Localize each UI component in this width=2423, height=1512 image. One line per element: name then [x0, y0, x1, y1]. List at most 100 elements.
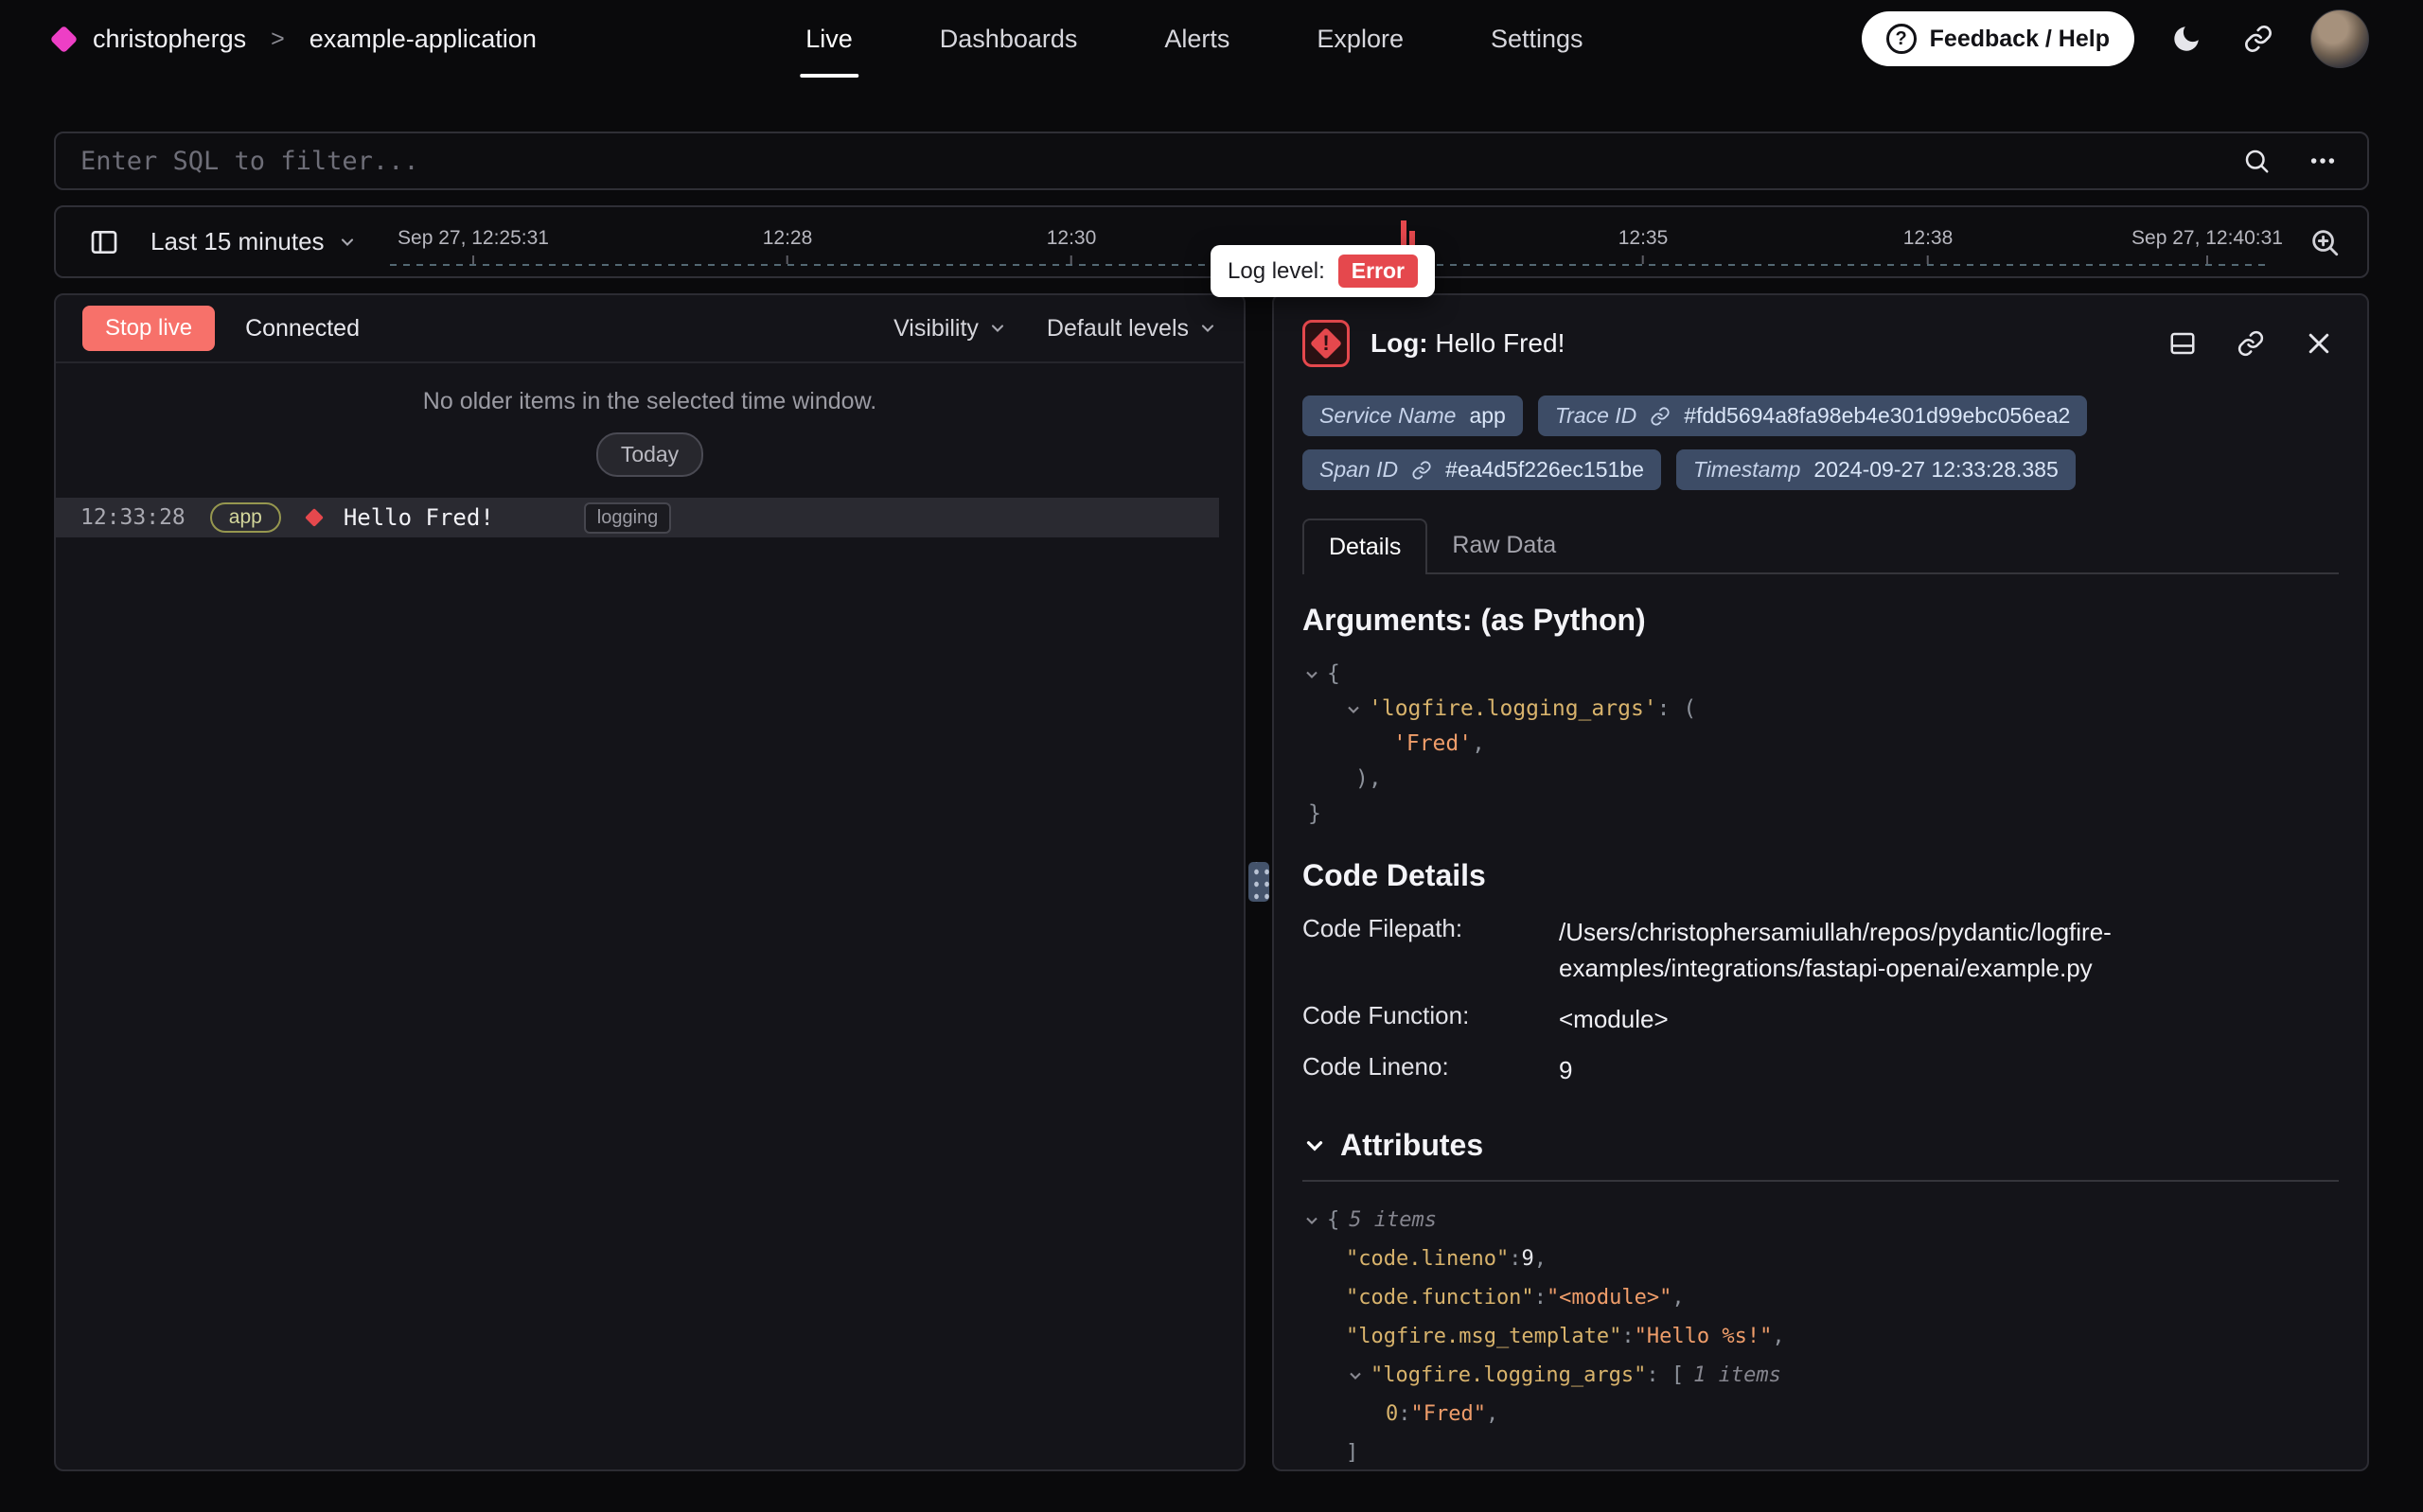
empty-window-message: No older items in the selected time wind… — [56, 388, 1244, 415]
log-level-tooltip: Log level: Error — [1211, 245, 1435, 297]
timeline-bar: Last 15 minutes Sep 27, 12:25:31 12:28 1… — [54, 205, 2369, 278]
chevron-down-icon — [1198, 319, 1217, 338]
tab-details[interactable]: Details — [1302, 519, 1427, 574]
detail-content: Arguments: (as Python) { 'logfire.loggin… — [1274, 574, 2367, 1469]
nav-tabs: Live Dashboards Alerts Explore Settings — [766, 0, 1622, 78]
live-log-panel: Stop live Connected Visibility Default l… — [54, 293, 1246, 1471]
dock-panel-button[interactable] — [2163, 324, 2202, 363]
detail-header: ! Log: Hello Fred! — [1274, 320, 2367, 367]
timeline-tick: 12:38 — [1903, 227, 1954, 264]
detail-title-text: Hello Fred! — [1435, 328, 1565, 358]
copy-link-button[interactable] — [2231, 324, 2271, 363]
detail-kind: Log: — [1371, 328, 1428, 358]
link-icon — [1411, 460, 1432, 481]
chevron-down-icon — [988, 319, 1007, 338]
connection-status: Connected — [245, 315, 360, 343]
attributes-heading: Attributes — [1340, 1128, 1483, 1163]
default-levels-dropdown[interactable]: Default levels — [1047, 315, 1217, 343]
timeline-tick: 12:35 — [1618, 227, 1669, 264]
question-icon: ? — [1886, 24, 1917, 54]
nav-tab-explore[interactable]: Explore — [1277, 0, 1443, 78]
arguments-heading: Arguments: (as Python) — [1302, 603, 2339, 638]
detail-tabs: Details Raw Data — [1302, 519, 2339, 574]
log-row-selected[interactable]: 12:33:28 app Hello Fred! logging — [56, 498, 1219, 537]
collapse-chevron-icon[interactable] — [1302, 665, 1327, 684]
timeline-tick: Sep 27, 12:40:31 — [2131, 227, 2283, 264]
visibility-dropdown[interactable]: Visibility — [893, 315, 1007, 343]
breadcrumb-org[interactable]: christophergs — [93, 25, 246, 54]
user-avatar[interactable] — [2310, 9, 2369, 68]
span-id-badge[interactable]: Span ID #ea4d5f226ec151be — [1302, 449, 1661, 490]
feedback-help-button[interactable]: ? Feedback / Help — [1862, 11, 2134, 66]
time-range-label: Last 15 minutes — [150, 227, 325, 256]
tab-raw-data[interactable]: Raw Data — [1427, 519, 1581, 572]
feedback-label: Feedback / Help — [1930, 26, 2110, 53]
timestamp-badge: Timestamp2024-09-27 12:33:28.385 — [1676, 449, 2076, 490]
collapse-chevron-icon[interactable] — [1302, 1211, 1327, 1230]
breadcrumb-project[interactable]: example-application — [310, 25, 537, 54]
nav-right-controls: ? Feedback / Help — [1862, 9, 2369, 68]
search-button[interactable] — [2237, 141, 2276, 181]
service-name-badge: Service Nameapp — [1302, 396, 1523, 436]
code-function-row: Code Function: <module> — [1302, 1001, 2339, 1037]
sidebar-toggle-button[interactable] — [84, 222, 124, 262]
logging-tag: logging — [584, 502, 672, 534]
stop-live-button[interactable]: Stop live — [82, 306, 215, 351]
zoom-in-button[interactable] — [2305, 222, 2344, 262]
service-badge: app — [210, 502, 281, 533]
breadcrumb-separator: > — [271, 26, 285, 53]
link-icon — [1650, 406, 1671, 427]
zoom-in-icon — [2308, 226, 2341, 258]
breadcrumb: christophergs > example-application — [54, 25, 537, 54]
code-filepath-row: Code Filepath: /Users/christophersamiull… — [1302, 914, 2339, 986]
log-detail-panel: ! Log: Hello Fred! Service Namea — [1272, 293, 2369, 1471]
nav-tab-settings[interactable]: Settings — [1451, 0, 1623, 78]
top-nav: christophergs > example-application Live… — [0, 0, 2423, 78]
log-message: Hello Fred! — [344, 504, 494, 531]
today-button[interactable]: Today — [596, 432, 703, 477]
timeline-tick: 12:30 — [1047, 227, 1097, 264]
log-timestamp: 12:33:28 — [80, 505, 186, 530]
error-level-badge: Error — [1338, 255, 1418, 288]
attributes-divider — [1302, 1180, 2339, 1182]
close-icon — [2305, 329, 2333, 358]
log-list: No older items in the selected time wind… — [56, 363, 1244, 1469]
nav-tab-alerts[interactable]: Alerts — [1124, 0, 1269, 78]
code-details-rows: Code Filepath: /Users/christophersamiull… — [1302, 914, 2339, 1088]
attributes-json: {5 items "code.lineno": 9, "code.functio… — [1302, 1201, 2339, 1469]
attributes-header[interactable]: Attributes — [1302, 1128, 2339, 1163]
sql-filter-bar — [54, 132, 2369, 190]
collapse-chevron-icon[interactable] — [1346, 1366, 1371, 1385]
moon-icon — [2170, 23, 2202, 55]
arguments-code: { 'logfire.logging_args': ( 'Fred', ), } — [1302, 657, 2339, 832]
search-icon — [2242, 147, 2271, 175]
nav-tab-dashboards[interactable]: Dashboards — [900, 0, 1118, 78]
error-level-icon: ! — [1302, 320, 1350, 367]
dark-mode-toggle[interactable] — [2167, 19, 2206, 59]
sidebar-toggle-icon — [89, 227, 119, 257]
detail-title: Log: Hello Fred! — [1371, 328, 1565, 359]
collapse-chevron-icon[interactable] — [1344, 700, 1369, 719]
link-icon — [2237, 329, 2265, 358]
panel-resize-handle[interactable] — [1248, 862, 1269, 902]
error-diamond-icon — [305, 508, 324, 527]
sql-filter-input[interactable] — [80, 147, 2237, 176]
time-range-selector[interactable]: Last 15 minutes — [150, 227, 357, 256]
link-icon — [2243, 24, 2273, 54]
share-link-button[interactable] — [2238, 19, 2278, 59]
trace-id-badge[interactable]: Trace ID #fdd5694a8fa98eb4e301d99ebc056e… — [1538, 396, 2088, 436]
more-options-button[interactable] — [2303, 141, 2343, 181]
nav-tab-live[interactable]: Live — [766, 0, 893, 78]
timeline-tick: Sep 27, 12:25:31 — [398, 227, 549, 264]
tooltip-label: Log level: — [1228, 258, 1325, 285]
code-details-heading: Code Details — [1302, 858, 2339, 893]
detail-badges: Service Nameapp Trace ID #fdd5694a8fa98e… — [1274, 396, 2367, 490]
live-panel-header: Stop live Connected Visibility Default l… — [56, 295, 1244, 363]
code-lineno-row: Code Lineno: 9 — [1302, 1052, 2339, 1088]
timeline-tick: 12:28 — [763, 227, 813, 264]
chevron-down-icon — [338, 233, 357, 252]
main-area: Stop live Connected Visibility Default l… — [54, 293, 2369, 1471]
panel-layout-icon — [2168, 329, 2197, 358]
close-detail-button[interactable] — [2299, 324, 2339, 363]
logfire-logo-icon[interactable] — [50, 25, 79, 53]
